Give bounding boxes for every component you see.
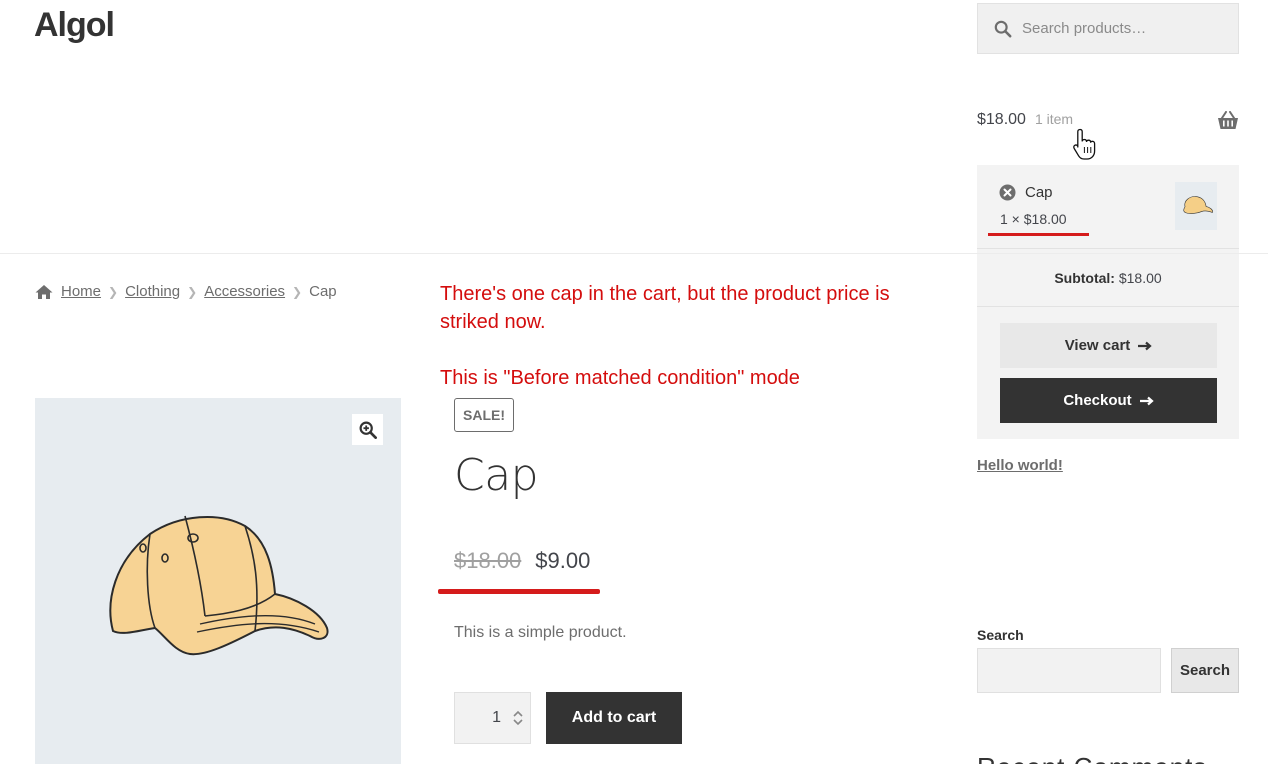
- checkout-label: Checkout: [1063, 392, 1132, 409]
- arrow-right-icon: [1139, 396, 1154, 405]
- chevron-right-icon: ❯: [187, 284, 198, 299]
- mini-cart-subtotal: Subtotal: $18.00: [977, 249, 1239, 307]
- cap-thumbnail-icon: [1183, 196, 1213, 214]
- cart-total-amount: $18.00: [977, 111, 1026, 128]
- subtotal-value: $18.00: [1118, 270, 1162, 286]
- remove-item-icon[interactable]: [999, 184, 1016, 201]
- checkout-button[interactable]: Checkout: [1000, 378, 1217, 423]
- cart-item-count: 1 item: [1034, 111, 1074, 127]
- annotation-line-1: There's one cap in the cart, but the pro…: [440, 283, 890, 333]
- breadcrumb: Home ❯ Clothing ❯ Accessories ❯ Cap: [35, 283, 337, 300]
- chevron-right-icon: ❯: [292, 284, 303, 299]
- quantity-stepper[interactable]: [454, 692, 531, 744]
- chevron-right-icon: ❯: [108, 284, 119, 299]
- breadcrumb-clothing[interactable]: Clothing: [125, 283, 180, 300]
- annotation-note: There's one cap in the cart, but the pro…: [440, 280, 910, 392]
- spinner-arrows-icon[interactable]: [511, 708, 525, 728]
- mini-cart-item-thumbnail[interactable]: [1175, 182, 1217, 230]
- view-cart-label: View cart: [1064, 337, 1131, 354]
- annotation-line-2: This is "Before matched condition" mode: [440, 367, 800, 389]
- annotation-price-underline: [438, 589, 600, 594]
- zoom-in-icon: [359, 421, 377, 439]
- hand-cursor-icon: [1073, 128, 1096, 160]
- add-to-cart-button[interactable]: Add to cart: [546, 692, 682, 744]
- subtotal-label: Subtotal:: [1054, 270, 1115, 286]
- view-cart-button[interactable]: View cart: [1000, 323, 1217, 368]
- product-title: Cap: [454, 450, 539, 501]
- zoom-button[interactable]: [352, 414, 383, 445]
- mini-cart-item-name[interactable]: Cap: [1025, 184, 1053, 201]
- cap-illustration: [109, 515, 329, 656]
- header-divider: [0, 253, 1268, 254]
- product-search[interactable]: [977, 3, 1239, 54]
- mini-cart-item-quantity: 1 × $18.00: [1000, 211, 1067, 227]
- breadcrumb-accessories[interactable]: Accessories: [204, 283, 285, 300]
- sale-badge: SALE!: [454, 398, 514, 432]
- product-price: $18.00 $9.00: [454, 548, 590, 574]
- header-cart-link[interactable]: $18.00 1 item: [977, 111, 1073, 129]
- breadcrumb-home[interactable]: Home: [61, 283, 101, 300]
- recent-comments-heading: Recent Comments: [977, 752, 1207, 764]
- sale-price: $9.00: [535, 548, 591, 573]
- site-title[interactable]: Algol: [34, 6, 115, 45]
- widget-search-input[interactable]: [977, 648, 1161, 693]
- home-icon: [35, 284, 53, 299]
- breadcrumb-current: Cap: [309, 283, 337, 300]
- product-image[interactable]: [35, 398, 401, 764]
- basket-icon[interactable]: [1217, 111, 1239, 131]
- product-short-description: This is a simple product.: [454, 624, 627, 641]
- hello-world-link[interactable]: Hello world!: [977, 457, 1063, 474]
- arrow-right-icon: [1138, 341, 1152, 350]
- regular-price: $18.00: [454, 548, 522, 573]
- widget-search-button[interactable]: Search: [1171, 648, 1239, 693]
- search-input[interactable]: [1022, 20, 1222, 37]
- mini-cart-dropdown: Cap 1 × $18.00 Subtotal: $18.00 View car…: [977, 165, 1239, 439]
- search-widget-title: Search: [977, 627, 1024, 643]
- annotation-underline: [988, 233, 1089, 236]
- quantity-input[interactable]: [455, 693, 507, 743]
- search-icon: [994, 20, 1012, 37]
- mini-cart-item: Cap 1 × $18.00: [977, 165, 1239, 249]
